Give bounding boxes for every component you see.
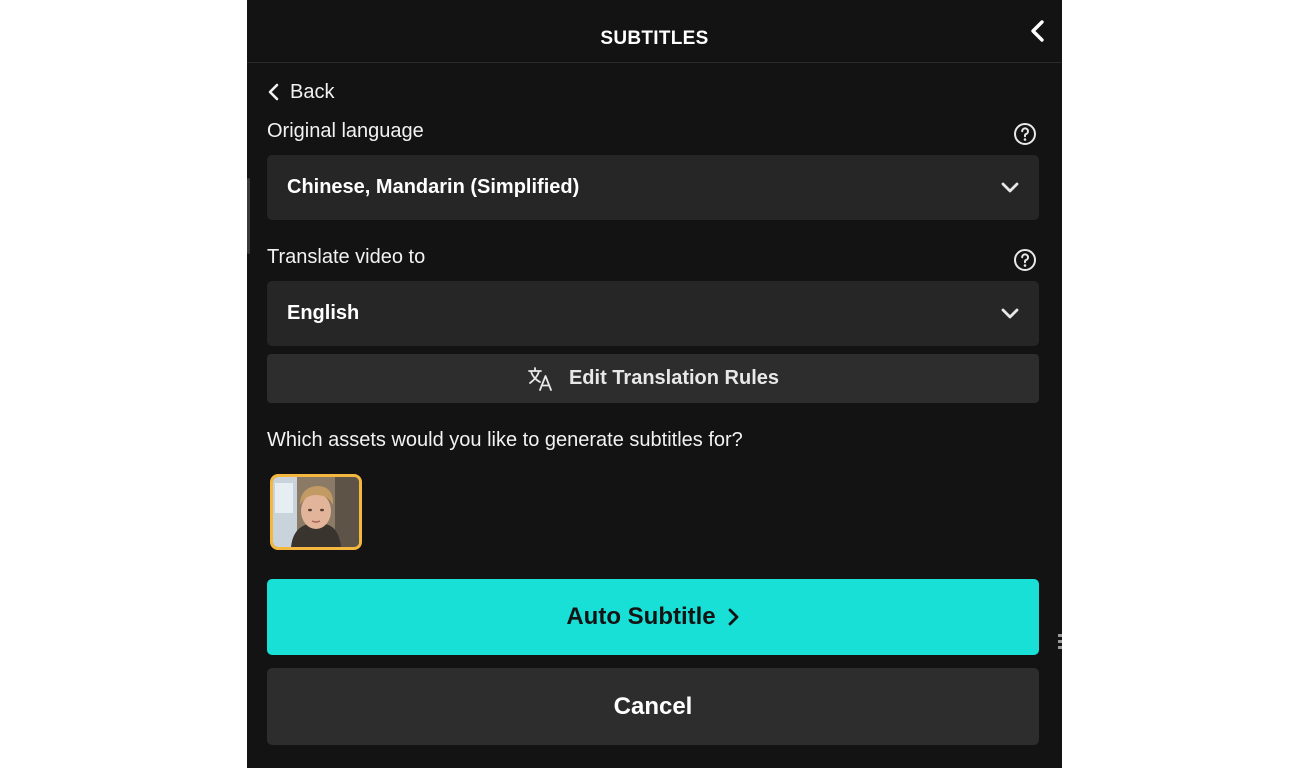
panel-resize-handle[interactable] xyxy=(247,178,250,254)
translate-icon xyxy=(528,366,552,391)
back-button[interactable]: Back xyxy=(267,79,334,105)
translate-to-select[interactable]: English xyxy=(267,281,1039,346)
question-circle-icon[interactable] xyxy=(1013,248,1037,272)
assets-question: Which assets would you like to generate … xyxy=(267,429,743,451)
original-language-label: Original language xyxy=(267,120,424,142)
panel-header: SUBTITLES xyxy=(247,0,1062,63)
question-circle-icon[interactable] xyxy=(1013,122,1037,146)
auto-subtitle-label: Auto Subtitle xyxy=(566,603,716,630)
translate-to-label: Translate video to xyxy=(267,246,426,268)
edit-translation-rules-label: Edit Translation Rules xyxy=(568,367,780,389)
drag-handle-icon[interactable] xyxy=(1058,634,1062,650)
auto-subtitle-button[interactable]: Auto Subtitle xyxy=(267,579,1039,655)
chevron-down-icon xyxy=(1001,182,1019,193)
chevron-left-icon xyxy=(268,83,279,101)
chevron-right-icon xyxy=(728,608,739,626)
back-label: Back xyxy=(290,80,335,103)
collapse-panel-button[interactable] xyxy=(1025,18,1051,44)
video-thumbnail-image xyxy=(273,477,359,547)
translate-to-value: English xyxy=(287,302,360,324)
original-language-select[interactable]: Chinese, Mandarin (Simplified) xyxy=(267,155,1039,220)
chevron-down-icon xyxy=(1001,308,1019,319)
asset-thumbnail[interactable] xyxy=(270,474,362,550)
cancel-label: Cancel xyxy=(613,692,693,720)
cancel-button[interactable]: Cancel xyxy=(267,668,1039,745)
edit-translation-rules-button[interactable]: Edit Translation Rules xyxy=(267,354,1039,403)
subtitles-panel: SUBTITLES Back Original language Chinese… xyxy=(247,0,1062,768)
panel-title: SUBTITLES xyxy=(600,28,709,49)
original-language-value: Chinese, Mandarin (Simplified) xyxy=(287,176,580,198)
chevron-left-icon xyxy=(1031,20,1044,42)
